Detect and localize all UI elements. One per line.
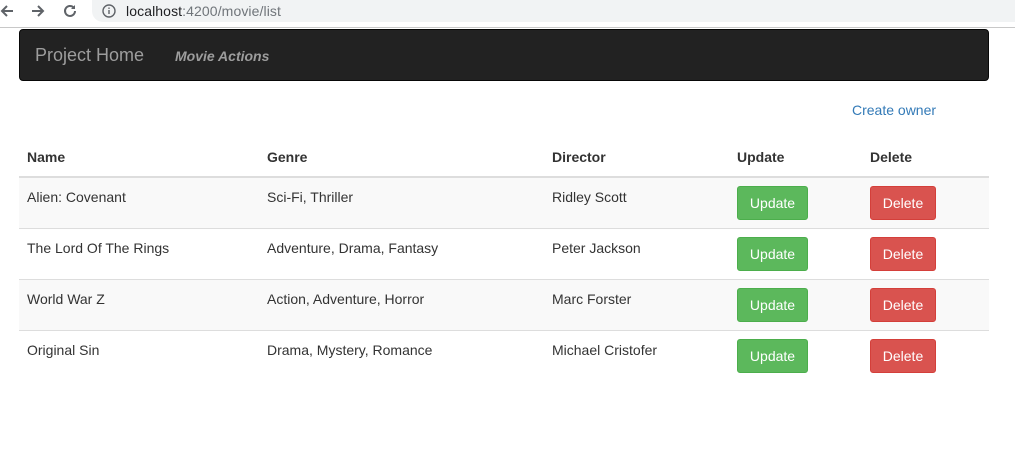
cell-update: Update [729,177,862,228]
cell-director: Ridley Scott [544,177,729,228]
cell-genre: Drama, Mystery, Romance [259,329,544,381]
cell-update: Update [729,329,862,381]
cell-director: Michael Cristofer [544,329,729,381]
table-row: Original Sin Drama, Mystery, Romance Mic… [19,329,989,381]
cell-name: Alien: Covenant [19,177,259,228]
header-name: Name [19,143,259,178]
header-delete: Delete [862,143,989,178]
cell-update: Update [729,227,862,279]
update-button[interactable]: Update [737,338,808,373]
cell-delete: Delete [862,278,989,330]
delete-button[interactable]: Delete [870,287,936,322]
url-text: localhost:4200/movie/list [126,3,281,19]
address-bar[interactable]: localhost:4200/movie/list [92,0,1015,22]
forward-arrow-icon[interactable] [27,0,49,22]
browser-toolbar: localhost:4200/movie/list [0,0,1015,28]
cell-director: Marc Forster [544,278,729,330]
reload-icon[interactable] [59,0,81,22]
cell-name: World War Z [19,278,259,330]
table-header-row: Name Genre Director Update Delete [19,143,989,178]
update-button[interactable]: Update [737,186,808,220]
table-row: Alien: Covenant Sci-Fi, Thriller Ridley … [19,177,989,228]
movie-table: Name Genre Director Update Delete Alien:… [19,143,989,381]
header-update: Update [729,143,862,178]
update-button[interactable]: Update [737,236,808,271]
info-icon[interactable] [102,4,116,18]
url-path: :4200/movie/list [182,3,282,19]
delete-button[interactable]: Delete [870,338,936,373]
table-row: World War Z Action, Adventure, Horror Ma… [19,278,989,330]
update-button[interactable]: Update [737,287,808,322]
cell-delete: Delete [862,177,989,228]
cell-name: The Lord Of The Rings [19,227,259,279]
navbar: Project Home Movie Actions [19,29,989,81]
delete-button[interactable]: Delete [870,236,936,271]
cell-name: Original Sin [19,329,259,381]
url-host: localhost [126,3,183,19]
back-arrow-icon[interactable] [0,0,18,22]
header-director: Director [544,143,729,178]
cell-director: Peter Jackson [544,227,729,279]
cell-genre: Action, Adventure, Horror [259,278,544,330]
nav-link-movie-actions[interactable]: Movie Actions [175,47,269,65]
delete-button[interactable]: Delete [870,186,936,220]
table-row: The Lord Of The Rings Adventure, Drama, … [19,227,989,279]
create-owner-link[interactable]: Create owner [852,102,936,118]
cell-genre: Adventure, Drama, Fantasy [259,227,544,279]
cell-genre: Sci-Fi, Thriller [259,177,544,228]
cell-update: Update [729,278,862,330]
cell-delete: Delete [862,329,989,381]
cell-delete: Delete [862,227,989,279]
navbar-brand[interactable]: Project Home [35,45,144,65]
header-genre: Genre [259,143,544,178]
